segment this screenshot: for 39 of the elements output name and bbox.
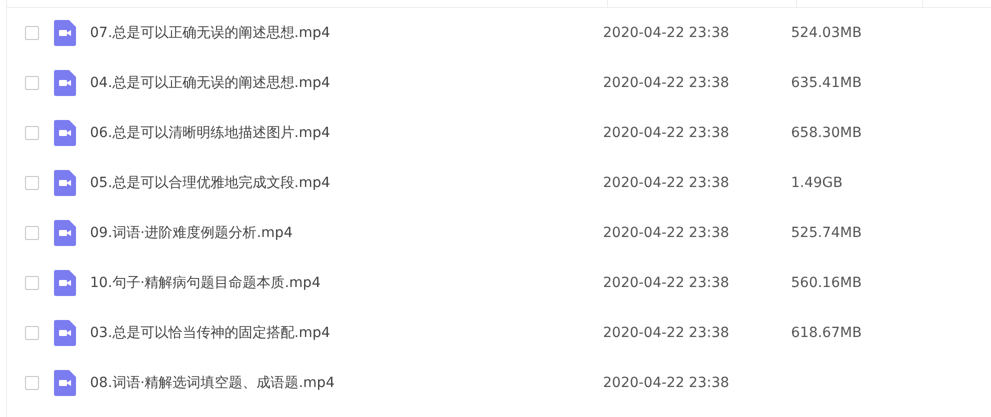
file-name[interactable]: 08.词语·精解选词填空题、成语题.mp4 [90,374,603,392]
modified-date: 2020-04-22 23:38 [603,275,730,291]
file-size: 525.74MB [791,225,862,241]
modified-date: 2020-04-22 23:38 [603,175,730,191]
file-size: 1.49GB [791,175,843,191]
video-file-icon [54,370,76,396]
file-name[interactable]: 09.词语·进阶难度例题分析.mp4 [90,224,603,242]
modified-date: 2020-04-22 23:38 [603,325,730,341]
file-name[interactable]: 07.总是可以正确无误的阐述思想.mp4 [90,24,603,42]
video-file-icon [54,170,76,196]
modified-date: 2020-04-22 23:38 [603,375,730,391]
modified-date: 2020-04-22 23:38 [603,25,730,41]
file-name[interactable]: 05.总是可以合理优雅地完成文段.mp4 [90,174,603,192]
video-file-icon [54,320,76,346]
file-size: 524.03MB [791,25,862,41]
checkbox[interactable] [25,26,39,40]
checkbox[interactable] [25,276,39,290]
video-file-icon [54,20,76,46]
file-size: 635.41MB [791,75,862,91]
video-file-icon [54,120,76,146]
checkbox[interactable] [25,226,39,240]
video-file-icon [54,220,76,246]
checkbox[interactable] [25,76,39,90]
checkbox[interactable] [25,376,39,390]
file-name[interactable]: 04.总是可以正确无误的阐述思想.mp4 [90,74,603,92]
file-name[interactable]: 06.总是可以清晰明练地描述图片.mp4 [90,124,603,142]
file-size: 658.30MB [791,125,862,141]
video-file-icon [54,70,76,96]
checkbox[interactable] [25,126,39,140]
modified-date: 2020-04-22 23:38 [603,75,730,91]
file-name[interactable]: 03.总是可以恰当传神的固定搭配.mp4 [90,324,603,342]
file-size: 560.16MB [791,275,862,291]
video-file-icon [54,270,76,296]
checkbox[interactable] [25,326,39,340]
file-size: 618.67MB [791,325,862,341]
modified-date: 2020-04-22 23:38 [603,225,730,241]
modified-date: 2020-04-22 23:38 [603,125,730,141]
checkbox[interactable] [25,176,39,190]
file-name[interactable]: 10.句子·精解病句题目命题本质.mp4 [90,274,603,292]
